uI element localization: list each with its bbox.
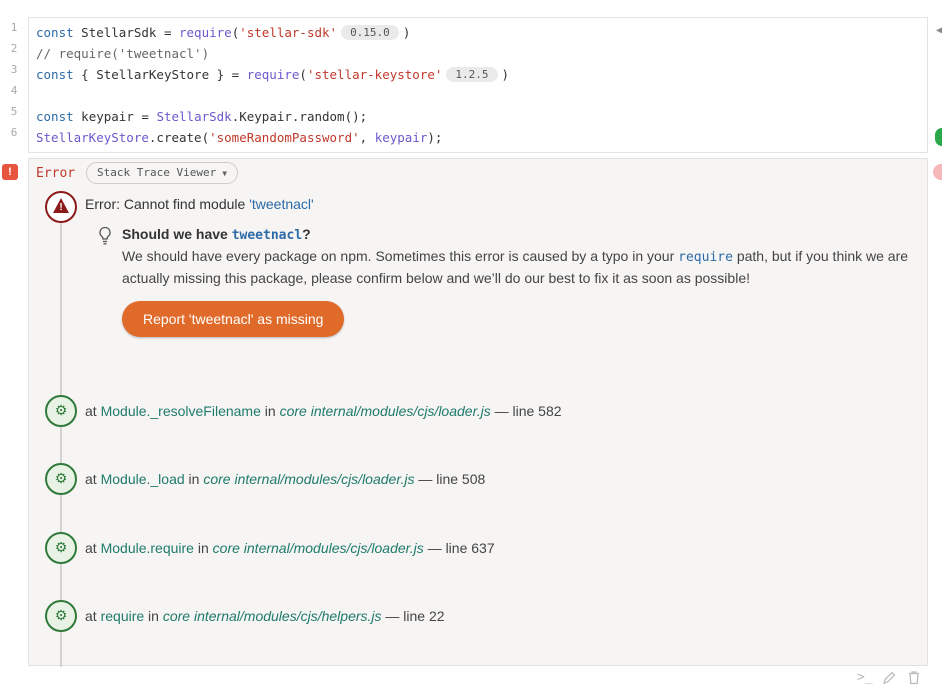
error-message-text: Error: Cannot find module: [85, 196, 250, 212]
version-badge[interactable]: 1.2.5: [446, 67, 498, 82]
code-line-6: StellarKeyStore.create('someRandomPasswo…: [36, 127, 509, 148]
suggestion-text: We should have every package on npm. Som…: [122, 248, 679, 264]
pencil-icon[interactable]: [882, 671, 896, 685]
function-name: require: [246, 67, 300, 82]
gears-icon: ⚙: [45, 600, 77, 632]
variable-name: keypair: [374, 130, 428, 145]
gears-icon: ⚙: [45, 532, 77, 564]
error-status-marker: [933, 164, 942, 180]
stack-trace-viewer-dropdown[interactable]: Stack Trace Viewer ▼: [86, 162, 239, 184]
trash-icon[interactable]: [907, 670, 921, 685]
report-missing-button[interactable]: Report 'tweetnacl' as missing: [122, 301, 345, 337]
dropdown-label: Stack Trace Viewer: [97, 166, 217, 179]
chevron-down-icon: ▼: [222, 169, 228, 178]
code-text: ): [402, 25, 411, 40]
function-name: require: [179, 25, 232, 40]
frame-path[interactable]: core internal/modules/cjs/loader.js: [280, 403, 491, 419]
stack-frame-text: at Module.require in core internal/modul…: [85, 540, 495, 556]
success-status-marker: [935, 128, 942, 146]
code-lines[interactable]: const StellarSdk = require('stellar-sdk'…: [36, 22, 509, 148]
code-line-2: // require('tweetnacl'): [36, 43, 509, 64]
frame-line: — line 508: [414, 471, 486, 487]
code-line-3: const { StellarKeyStore } = require('ste…: [36, 64, 509, 85]
package-name: tweetnacl: [231, 228, 303, 243]
frame-function[interactable]: Module.require: [101, 540, 194, 556]
frame-at: at: [85, 540, 101, 556]
frame-in: in: [193, 540, 213, 556]
gears-icon: ⚙: [45, 463, 77, 495]
line-number: 2: [10, 42, 18, 55]
keyword: const: [36, 67, 74, 82]
suggestion-title-text: ?: [302, 226, 311, 242]
line-number: 3: [10, 63, 18, 76]
frame-in: in: [184, 471, 204, 487]
lightbulb-icon: [99, 226, 111, 245]
code-text: .Keypair.random();: [231, 109, 368, 124]
code-text: .create(: [148, 130, 210, 145]
gears-icon: ⚙: [45, 395, 77, 427]
frame-at: at: [85, 608, 101, 624]
frame-path[interactable]: core internal/modules/cjs/loader.js: [213, 540, 424, 556]
frame-path[interactable]: core internal/modules/cjs/helpers.js: [163, 608, 382, 624]
code-line-1: const StellarSdk = require('stellar-sdk'…: [36, 22, 509, 43]
object-name: StellarSdk: [156, 109, 232, 124]
frame-at: at: [85, 403, 101, 419]
comment: // require('tweetnacl'): [36, 46, 210, 61]
code-text: { StellarKeyStore } =: [73, 67, 247, 82]
frame-line: — line 22: [381, 608, 445, 624]
suggestion-body: We should have every package on npm. Som…: [122, 246, 922, 289]
code-text: ,: [359, 130, 375, 145]
keyword: const: [36, 25, 74, 40]
stack-frame-text: at Module._load in core internal/modules…: [85, 471, 485, 487]
code-text: keypair =: [73, 109, 157, 124]
frame-in: in: [260, 403, 280, 419]
frame-function[interactable]: require: [101, 608, 145, 624]
error-badge-icon: !: [2, 164, 18, 180]
code-text: ): [501, 67, 510, 82]
line-number: 4: [10, 84, 18, 97]
error-message: Error: Cannot find module 'tweetnacl': [85, 196, 314, 212]
object-name: StellarKeyStore: [36, 130, 149, 145]
suggestion-title: Should we have tweetnacl?: [122, 226, 311, 243]
frame-line: — line 582: [490, 403, 562, 419]
inline-code: require: [678, 250, 733, 265]
code-text: (: [299, 67, 307, 82]
line-number: 5: [10, 105, 18, 118]
string-literal: 'stellar-keystore': [306, 67, 443, 82]
frame-function[interactable]: Module._load: [101, 471, 185, 487]
error-label: Error: [36, 166, 76, 181]
frame-line: — line 637: [423, 540, 495, 556]
keyword: const: [36, 109, 74, 124]
frame-at: at: [85, 471, 101, 487]
code-text: );: [427, 130, 443, 145]
string-literal: 'stellar-sdk': [239, 25, 338, 40]
warning-icon: !: [45, 191, 77, 223]
code-text: StellarSdk =: [73, 25, 179, 40]
stack-frame-text: at require in core internal/modules/cjs/…: [85, 608, 445, 624]
frame-in: in: [144, 608, 163, 624]
line-number: 1: [10, 21, 18, 34]
line-number: 6: [10, 126, 18, 139]
missing-module-name: 'tweetnacl': [249, 196, 314, 212]
frame-function[interactable]: Module._resolveFilename: [101, 403, 261, 419]
stack-frame-text: at Module._resolveFilename in core inter…: [85, 403, 562, 419]
suggestion-title-text: Should we have: [122, 226, 232, 242]
frame-path[interactable]: core internal/modules/cjs/loader.js: [203, 471, 414, 487]
line-number-gutter: 1 2 3 4 5 6: [0, 17, 28, 143]
string-literal: 'someRandomPassword': [209, 130, 360, 145]
code-line-5: const keypair = StellarSdk.Keypair.rando…: [36, 106, 509, 127]
terminal-icon[interactable]: >_: [857, 670, 873, 685]
version-badge[interactable]: 0.15.0: [341, 25, 399, 40]
collapse-arrow-icon[interactable]: ◀: [936, 25, 942, 36]
error-output-cell: Error Stack Trace Viewer ▼ ! Error: Canno…: [28, 158, 928, 667]
